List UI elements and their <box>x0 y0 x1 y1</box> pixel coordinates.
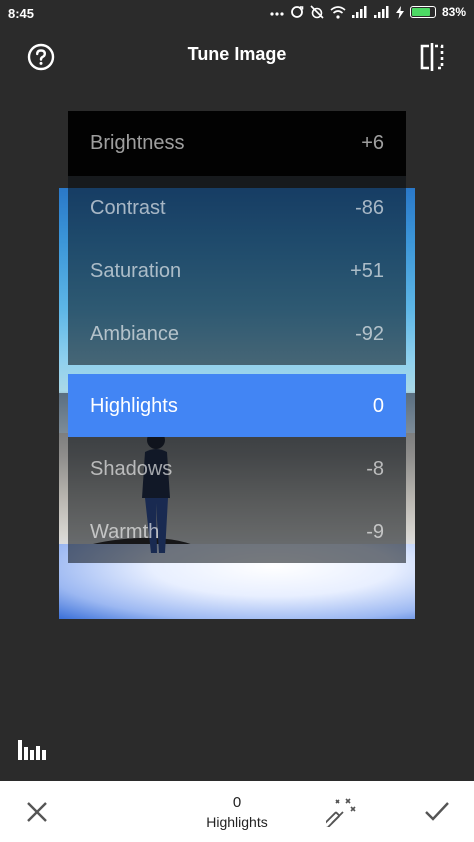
check-icon <box>425 802 449 821</box>
close-icon <box>27 802 47 822</box>
menu-item-value: 0 <box>372 395 384 417</box>
menu-item-label: Ambiance <box>90 323 179 345</box>
status-icons: 83% <box>270 5 466 19</box>
menu-item-brightness[interactable]: Brightness +6 <box>68 111 406 176</box>
wifi-icon <box>330 5 346 19</box>
battery-percent: 83% <box>441 5 466 19</box>
compare-button[interactable] <box>418 42 446 72</box>
histogram-icon <box>18 740 46 760</box>
menu-item-ambiance[interactable]: Ambiance -92 <box>68 302 406 365</box>
sync-icon <box>290 5 304 19</box>
battery-icon <box>409 6 436 18</box>
menu-item-value: +51 <box>350 260 384 282</box>
bottom-bar: 0 Highlights <box>0 781 474 842</box>
menu-item-value: -86 <box>355 197 384 219</box>
charging-icon <box>395 5 404 19</box>
menu-item-label: Warmth <box>90 521 160 543</box>
magic-wand-icon <box>322 798 356 829</box>
histogram-button[interactable] <box>17 738 47 762</box>
menu-item-label: Highlights <box>90 395 178 417</box>
status-time: 8:45 <box>8 6 35 21</box>
menu-item-label: Contrast <box>90 197 166 219</box>
menu-item-contrast[interactable]: Contrast -86 <box>68 176 406 239</box>
signal-icon <box>373 6 390 18</box>
menu-item-highlights[interactable]: Highlights 0 <box>68 374 406 437</box>
battery-level <box>411 8 430 16</box>
current-value: 0 <box>232 794 242 811</box>
more-dots-icon <box>270 6 284 18</box>
menu-item-shadows[interactable]: Shadows -8 <box>68 437 406 500</box>
tune-image-screen: 8:45 83% Tune Image Brightness +6 Contra… <box>0 0 474 842</box>
current-param: Highlights <box>206 814 268 830</box>
status-bar: 8:45 83% <box>0 0 474 28</box>
menu-item-value: -92 <box>355 323 384 345</box>
page-title: Tune Image <box>187 44 287 64</box>
alarm-off-icon <box>310 5 324 19</box>
menu-item-warmth[interactable]: Warmth -9 <box>68 500 406 563</box>
apply-button[interactable] <box>424 799 450 823</box>
adjustment-menu: Brightness +6 Contrast -86 Saturation +5… <box>68 111 406 563</box>
top-bar: Tune Image <box>0 28 474 88</box>
signal-icon <box>351 6 368 18</box>
menu-item-label: Brightness <box>90 132 185 154</box>
menu-item-label: Shadows <box>90 458 173 480</box>
compare-icon <box>420 43 444 71</box>
menu-item-label: Saturation <box>90 260 182 282</box>
cancel-button[interactable] <box>25 800 49 824</box>
menu-item-value: -9 <box>366 521 384 543</box>
menu-item-saturation[interactable]: Saturation +51 <box>68 239 406 302</box>
auto-adjust-button[interactable] <box>322 797 356 829</box>
menu-item-value: -8 <box>366 458 384 480</box>
menu-item-value: +6 <box>361 132 384 154</box>
current-adjustment-readout: 0 Highlights <box>187 794 287 830</box>
